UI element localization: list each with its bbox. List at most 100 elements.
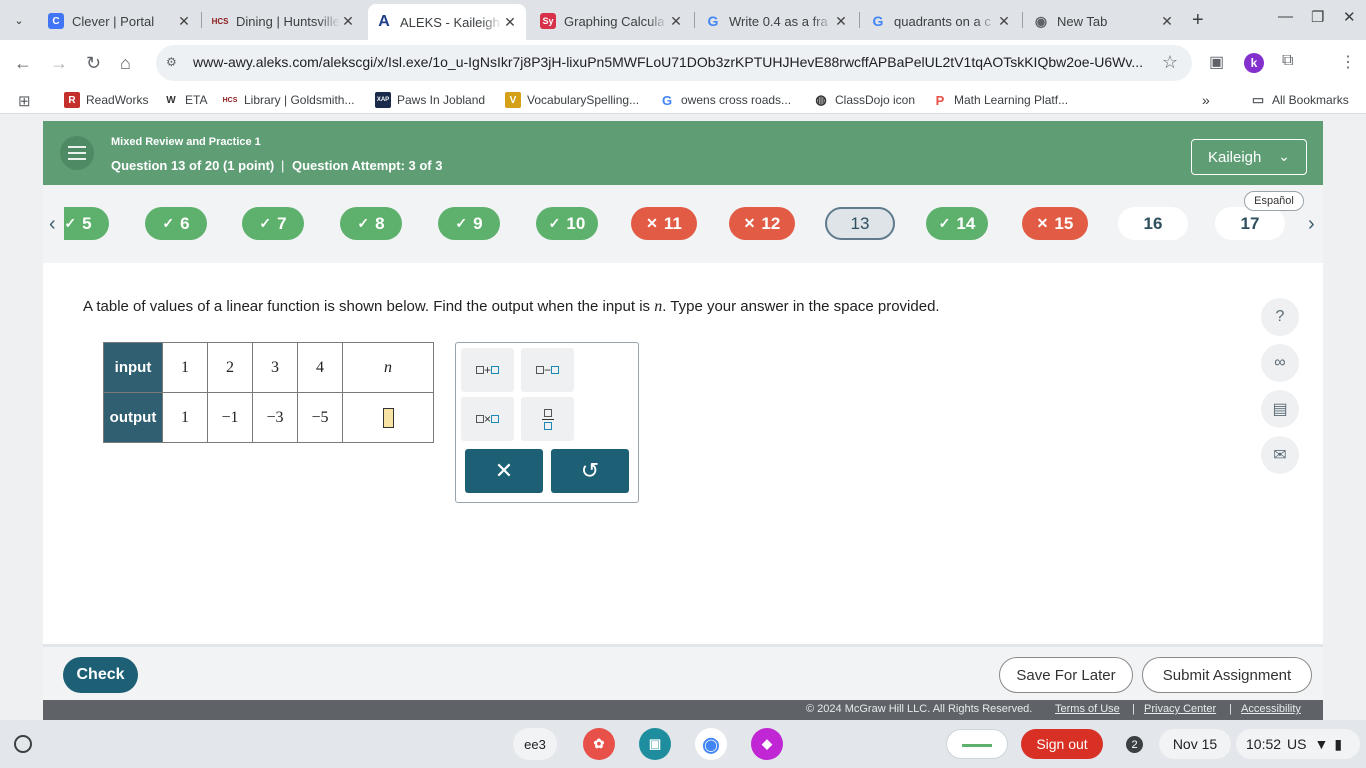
apps-grid-icon[interactable]: ⊞ (18, 92, 31, 110)
browser-menu-icon[interactable]: ⋮ (1340, 52, 1356, 72)
question-pill-17[interactable]: 17 (1215, 207, 1285, 240)
bookmark-eta[interactable]: W ETA (163, 92, 207, 108)
tab-google-quadrants[interactable]: G quadrants on a c ✕ (862, 6, 1020, 36)
browser-tab-strip: ⌄ C Clever | Portal ✕ HCS Dining | Hunts… (0, 0, 1366, 40)
tab-new-tab[interactable]: ◉ New Tab ✕ (1025, 6, 1183, 36)
back-icon[interactable]: ← (14, 53, 32, 74)
screen-capture-thumbnail[interactable]: ▬▬▬ (946, 729, 1008, 759)
undo-button[interactable]: ↺ (551, 449, 629, 493)
question-pill-11[interactable]: ✕ 11 (631, 207, 697, 240)
bookmark-star-icon[interactable]: ☆ (1162, 52, 1178, 73)
subtract-template-button[interactable]: − (521, 348, 574, 392)
aleks-icon: A (378, 13, 390, 30)
all-bookmarks-label: All Bookmarks (1272, 93, 1349, 107)
question-pill-5[interactable]: ✓ 5 (64, 207, 109, 240)
tab-title: Write 0.4 as a fra (729, 13, 828, 29)
more-bookmarks-icon[interactable]: » (1202, 92, 1210, 108)
bookmark-paws-in-jobland[interactable]: XAP Paws In Jobland (375, 92, 485, 108)
system-tray[interactable]: 10:52 US ▼ ▮ (1236, 729, 1360, 759)
tab-search-icon[interactable]: ⌄ (6, 8, 32, 32)
close-tab-icon[interactable]: ✕ (1159, 13, 1175, 30)
fraction-template-button[interactable] (521, 397, 574, 441)
add-template-button[interactable]: + (461, 348, 514, 392)
tab-aleks[interactable]: A ALEKS - Kaileigh ✕ (368, 4, 526, 40)
chrome-app-icon[interactable]: ◉ (695, 728, 727, 760)
close-tab-icon[interactable]: ✕ (668, 13, 684, 30)
espanol-toggle[interactable]: Español (1244, 191, 1304, 211)
tab-divider (859, 12, 860, 28)
terms-of-use-link[interactable]: Terms of Use (1055, 703, 1120, 715)
reload-icon[interactable]: ↻ (86, 53, 101, 74)
question-pill-13[interactable]: 13 (825, 207, 895, 240)
close-tab-icon[interactable]: ✕ (340, 13, 356, 30)
site-info-icon[interactable]: ⚙ (166, 55, 182, 71)
close-tab-icon[interactable]: ✕ (176, 13, 192, 30)
launcher-icon[interactable] (14, 735, 32, 753)
extensions-puzzle-icon[interactable]: ⧉ (1282, 52, 1293, 70)
reading-glasses-icon[interactable]: ∞ (1261, 344, 1299, 382)
clear-button[interactable]: ✕ (465, 449, 543, 493)
bookmark-classdojo[interactable]: ◍ ClassDojo icon (813, 92, 915, 108)
check-button[interactable]: Check (63, 657, 138, 693)
question-pill-7[interactable]: ✓ 7 (242, 207, 304, 240)
question-pill-9[interactable]: ✓ 9 (438, 207, 500, 240)
restore-icon[interactable]: ❐ (1311, 8, 1324, 26)
privacy-center-link[interactable]: Privacy Center (1144, 703, 1216, 715)
question-pill-15[interactable]: ✕ 15 (1022, 207, 1088, 240)
tab-google-write[interactable]: G Write 0.4 as a fra ✕ (697, 6, 857, 36)
bookmark-math-learning[interactable]: P Math Learning Platf... (932, 92, 1068, 108)
extension-icon[interactable]: ▣ (1209, 52, 1224, 72)
sign-out-button[interactable]: Sign out (1021, 729, 1103, 759)
shelf-app-ee3[interactable]: ee3 (513, 728, 557, 760)
nav-left-arrow-icon[interactable]: ‹ (49, 213, 56, 236)
close-window-icon[interactable]: ✕ (1343, 8, 1356, 26)
question-pill-12[interactable]: ✕ 12 (729, 207, 795, 240)
answer-input[interactable] (382, 407, 394, 428)
multiply-template-button[interactable]: × (461, 397, 514, 441)
bookmark-vocabularyspelling[interactable]: V VocabularySpelling... (505, 92, 639, 108)
output-header: output (103, 392, 163, 443)
textbook-icon[interactable]: ▤ (1261, 390, 1299, 428)
paint-app-icon[interactable]: ✿ (583, 728, 615, 760)
menu-hamburger-icon[interactable] (60, 136, 94, 170)
close-tab-icon[interactable]: ✕ (833, 13, 849, 30)
minimize-icon[interactable]: — (1278, 8, 1293, 25)
chevron-down-icon: ⌄ (1278, 148, 1290, 164)
new-tab-icon[interactable]: + (1192, 9, 1204, 32)
help-question-icon[interactable]: ? (1261, 298, 1299, 336)
question-pill-10[interactable]: ✓ 10 (536, 207, 598, 240)
tab-title: Clever | Portal (72, 13, 155, 29)
profile-avatar[interactable]: k (1244, 53, 1264, 73)
url-text[interactable]: www-awy.aleks.com/alekscgi/x/Isl.exe/1o_… (193, 54, 1153, 70)
tab-clever[interactable]: C Clever | Portal ✕ (40, 6, 200, 36)
classroom-app-icon[interactable]: ▣ (639, 728, 671, 760)
save-for-later-button[interactable]: Save For Later (999, 657, 1133, 693)
tab-dining[interactable]: HCS Dining | Huntsville ✕ (204, 6, 364, 36)
nav-right-arrow-icon[interactable]: › (1308, 213, 1315, 236)
canvas-app-icon[interactable]: ◆ (751, 728, 783, 760)
bookmarks-bar: ⊞ R ReadWorks W ETA HCS Library | Goldsm… (0, 86, 1366, 114)
user-menu-button[interactable]: Kaileigh ⌄ (1191, 139, 1307, 175)
bookmark-readworks[interactable]: R ReadWorks (64, 92, 148, 108)
tab-graphing-calculator[interactable]: Sy Graphing Calcula ✕ (532, 6, 692, 36)
bookmark-owens-cross-roads[interactable]: G owens cross roads... (659, 92, 791, 108)
question-number: 8 (375, 213, 385, 233)
question-pill-6[interactable]: ✓ 6 (145, 207, 207, 240)
message-envelope-icon[interactable]: ✉ (1261, 436, 1299, 474)
close-tab-icon[interactable]: ✕ (502, 14, 518, 31)
question-pill-14[interactable]: ✓ 14 (926, 207, 988, 240)
all-bookmarks-folder[interactable]: ▭ All Bookmarks (1250, 92, 1349, 108)
home-icon[interactable]: ⌂ (120, 53, 131, 74)
question-pill-16[interactable]: 16 (1118, 207, 1188, 240)
forward-icon[interactable]: → (50, 53, 68, 74)
notification-count-badge[interactable]: 2 (1126, 736, 1143, 753)
date-display[interactable]: Nov 15 (1159, 729, 1231, 759)
accessibility-link[interactable]: Accessibility (1241, 703, 1301, 715)
box-icon (475, 366, 484, 374)
address-bar[interactable]: ⚙ www-awy.aleks.com/alekscgi/x/Isl.exe/1… (156, 45, 1192, 81)
output-cell: −1 (207, 392, 253, 443)
submit-assignment-button[interactable]: Submit Assignment (1142, 657, 1312, 693)
question-pill-8[interactable]: ✓ 8 (340, 207, 402, 240)
bookmark-library[interactable]: HCS Library | Goldsmith... (222, 92, 355, 108)
close-tab-icon[interactable]: ✕ (996, 13, 1012, 30)
